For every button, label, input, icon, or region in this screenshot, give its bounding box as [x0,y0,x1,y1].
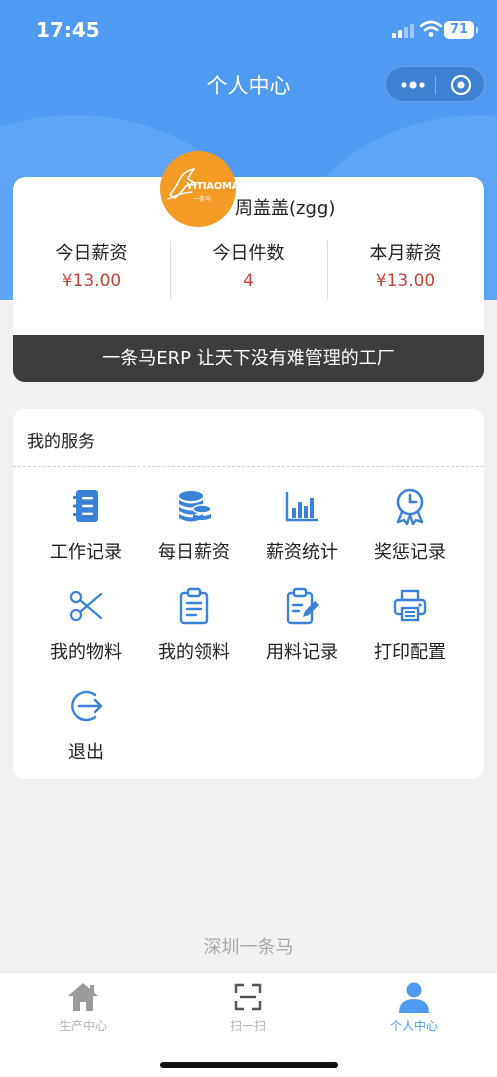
stat-today-pieces[interactable]: 今日件数 4 [170,239,327,291]
service-salary-stats[interactable]: 薪资统计 [248,487,356,573]
company-footer: 深圳一条马 [203,937,294,958]
stat-value: ¥13.00 [375,271,436,291]
status-bar: 17:45 71 [0,0,497,58]
bar-chart-icon [285,492,318,522]
stat-month-salary[interactable]: 本月薪资 ¥13.00 [327,239,484,291]
tab-personal-center[interactable]: 个人中心 [354,979,474,1034]
service-label: 薪资统计 [266,542,338,563]
service-label: 我的领料 [158,642,230,663]
printer-icon [393,589,427,622]
tab-label: 扫一扫 [229,1019,266,1033]
signal-icon [392,24,414,38]
service-my-materials[interactable]: 我的物料 [32,587,140,673]
service-work-records[interactable]: 工作记录 [32,487,140,573]
person-icon [399,982,429,1013]
stat-value: ¥13.00 [61,271,122,291]
service-reward-penalty[interactable]: 奖惩记录 [356,487,464,573]
award-clock-icon [396,488,424,525]
profile-info-panel: 周盖盖(zgg) 今日薪资 ¥13.00 今日件数 4 本月薪资 ¥13.00 [13,177,484,335]
tab-label: 生产中心 [58,1019,107,1033]
profile-card: 周盖盖(zgg) 今日薪资 ¥13.00 今日件数 4 本月薪资 ¥13.00 … [13,177,484,382]
service-label: 我的物料 [50,642,122,663]
stat-value: 4 [243,271,254,291]
service-logout[interactable]: 退出 [32,687,140,773]
service-label: 工作记录 [50,542,122,563]
clipboard-edit-icon [286,587,319,625]
service-daily-salary[interactable]: 每日薪资 [140,487,248,573]
logo-sub-text: 一条马 [193,196,212,203]
clipboard-list-icon [179,587,209,625]
service-label: 打印配置 [374,642,446,663]
tab-label: 个人中心 [389,1019,438,1033]
wifi-icon [420,20,442,37]
battery-icon: 71 [444,21,478,39]
service-label: 退出 [68,742,104,763]
service-print-settings[interactable]: 打印配置 [356,587,464,673]
services-title: 我的服务 [27,432,95,452]
service-usage-records[interactable]: 用料记录 [248,587,356,673]
services-panel: 我的服务 工作记录 每日薪资 薪资统计 奖惩记录 我的物料 我的领料 用料记录 … [13,409,484,779]
stat-label: 今日件数 [212,243,285,264]
avatar[interactable]: YITIAOMA 一条马 [160,151,236,227]
coins-icon [179,491,212,522]
miniprogram-capsule [385,66,485,102]
close-target-icon[interactable] [450,74,472,96]
stat-label: 本月薪资 [369,243,442,264]
home-icon [68,983,98,1011]
notebook-icon [73,490,98,522]
username: 周盖盖(zgg) [235,198,336,219]
logout-icon [71,690,103,722]
services-divider [13,466,484,467]
home-indicator [160,1062,338,1068]
service-label: 每日薪资 [158,542,230,563]
logo-brand-text: YITIAOMA [186,181,236,192]
capsule-divider [435,76,436,94]
scissors-icon [69,590,103,622]
stat-today-salary[interactable]: 今日薪资 ¥13.00 [13,239,170,291]
service-my-requisitions[interactable]: 我的领料 [140,587,248,673]
service-label: 奖惩记录 [374,542,446,563]
tab-scan[interactable]: 扫一扫 [188,979,308,1034]
status-time: 17:45 [36,18,100,42]
more-icon[interactable] [400,77,426,93]
scan-icon [234,983,262,1011]
slogan-banner: 一条马ERP 让天下没有难管理的工厂 [102,348,395,369]
stat-label: 今日薪资 [55,243,128,264]
service-label: 用料记录 [266,642,338,663]
tab-production-center[interactable]: 生产中心 [23,979,143,1034]
